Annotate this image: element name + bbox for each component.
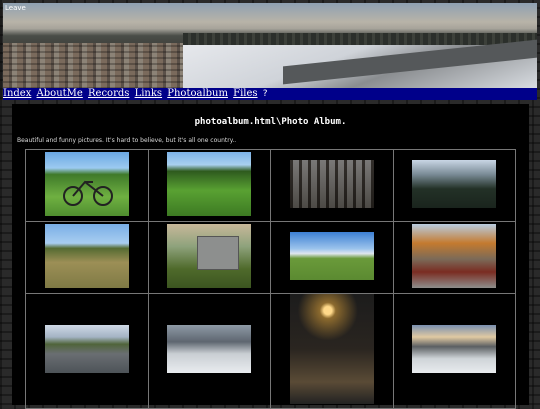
photo-thumb[interactable] [167, 151, 252, 216]
photo-thumb[interactable] [167, 325, 252, 373]
photo-thumb[interactable] [289, 159, 374, 208]
banner-label: Leave [5, 4, 26, 12]
header-banner: Leave [3, 3, 537, 89]
nav-link-aboutme[interactable]: AboutMe [37, 88, 83, 99]
photo-thumb[interactable] [44, 151, 129, 216]
photo-thumb[interactable] [412, 159, 497, 208]
shed-shape [197, 235, 240, 270]
main-content: photoalbum.html\Photo Album. Beautiful a… [12, 104, 529, 409]
nav-bar: Index AboutMe Records Links Photoalbum F… [3, 88, 537, 100]
page-title: photoalbum.html\Photo Album. [194, 117, 347, 127]
nav-link-records[interactable]: Records [88, 88, 129, 99]
nav-link-files[interactable]: Files [233, 88, 257, 99]
bicycle-icon [62, 180, 113, 206]
photo-thumb[interactable] [289, 231, 374, 280]
photo-thumb[interactable] [412, 325, 497, 373]
photo-thumb[interactable] [44, 223, 129, 288]
photo-thumb[interactable] [412, 223, 497, 288]
photo-thumb[interactable] [167, 223, 252, 288]
nav-link-index[interactable]: Index [3, 88, 31, 99]
banner-buildings [3, 43, 183, 89]
nav-link-links[interactable]: Links [135, 88, 162, 99]
question-icon[interactable]: ? [263, 89, 268, 99]
photo-grid [25, 149, 516, 409]
photo-thumb[interactable] [289, 294, 374, 404]
photo-thumb[interactable] [44, 325, 129, 373]
nav-link-photoalbum[interactable]: Photoalbum [167, 88, 228, 99]
page-subtitle: Beautiful and funny pictures. It's hard … [17, 137, 237, 144]
